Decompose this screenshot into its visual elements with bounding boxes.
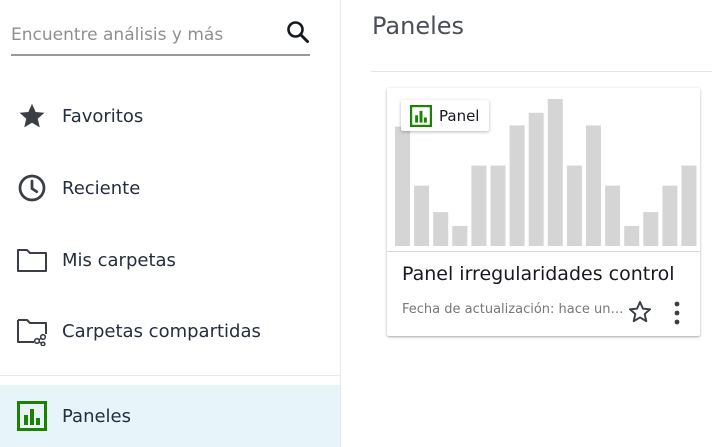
type-badge-label: Panel (439, 106, 480, 125)
thumbnail-bar (528, 112, 544, 246)
sidebar-item-mis-carpetas[interactable]: Mis carpetas (0, 229, 340, 291)
thumbnail-bar (547, 99, 563, 246)
search-box (11, 8, 311, 57)
thumbnail-bar (395, 126, 410, 246)
sidebar: Favoritos Reciente Mis carpetas Carpetas… (0, 0, 341, 447)
dashboard-card[interactable]: Panel Panel irregularidades control Fech… (387, 88, 700, 336)
sidebar-item-label: Favoritos (62, 105, 144, 127)
star-icon (16, 100, 48, 132)
sidebar-divider (0, 375, 340, 376)
shared-folder-icon (16, 315, 48, 347)
more-options-icon[interactable] (667, 300, 687, 326)
sidebar-item-label: Reciente (62, 177, 141, 199)
thumbnail-bar (586, 125, 601, 246)
dashboard-icon (16, 400, 48, 432)
type-badge: Panel (401, 100, 490, 131)
thumbnail-bar (662, 185, 678, 246)
folder-icon (16, 244, 48, 276)
sidebar-item-label: Carpetas compartidas (62, 320, 261, 342)
card-thumbnail[interactable]: Panel (387, 88, 700, 252)
thumbnail-bar (414, 185, 430, 246)
thumbnail-bar (452, 225, 468, 246)
sidebar-item-favoritos[interactable]: Favoritos (0, 85, 340, 147)
thumbnail-bar (566, 165, 582, 246)
star-outline-icon[interactable] (627, 299, 653, 325)
sidebar-item-reciente[interactable]: Reciente (0, 157, 340, 219)
dashboard-icon (410, 104, 432, 127)
card-title[interactable]: Panel irregularidades control (402, 263, 687, 285)
sidebar-item-carpetas-compartidas[interactable]: Carpetas compartidas (0, 300, 340, 362)
clock-icon (16, 172, 48, 204)
search-underline (11, 54, 310, 56)
thumbnail-bar (624, 225, 640, 246)
search-icon[interactable] (285, 19, 311, 45)
thumbnail-bar (509, 125, 525, 246)
thumbnail-bar (433, 212, 449, 246)
thumbnail-bar (681, 165, 697, 246)
sidebar-item-label: Paneles (62, 405, 132, 427)
card-updated-text: Fecha de actualización: hace unos segund… (402, 302, 624, 317)
thumbnail-bar (490, 165, 506, 246)
thumbnail-bar (471, 165, 487, 246)
thumbnail-bar (605, 185, 621, 246)
search-input[interactable] (11, 22, 279, 48)
sidebar-item-label: Mis carpetas (62, 249, 176, 271)
sidebar-item-paneles[interactable]: Paneles (0, 385, 340, 447)
title-divider (371, 71, 712, 72)
page-title: Paneles (372, 12, 465, 40)
thumbnail-bar (643, 212, 659, 246)
